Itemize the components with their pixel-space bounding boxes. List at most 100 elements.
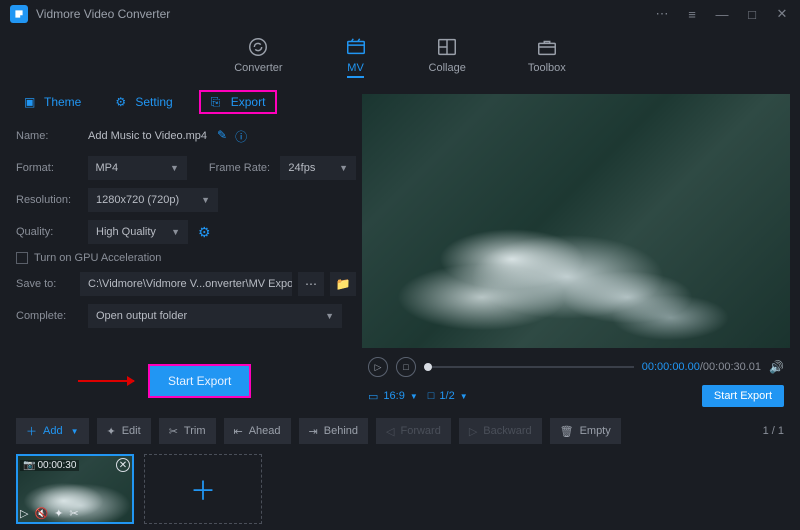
forward-label: Forward xyxy=(400,425,440,437)
collage-icon xyxy=(436,36,458,58)
nav-toolbox[interactable]: Toolbox xyxy=(522,34,572,80)
tab-export-label: Export xyxy=(231,95,266,109)
timeline-panel: ＋Add▼ ✦ Edit ✂Trim ⇤ Ahead ⇥ Behind ◁Forwar… xyxy=(0,410,800,530)
chevron-down-icon: ▼ xyxy=(460,392,468,401)
complete-value: Open output folder xyxy=(96,310,187,322)
chevron-down-icon: ▼ xyxy=(325,311,334,321)
nav-mv-label: MV xyxy=(347,62,364,78)
theme-icon: ▣ xyxy=(24,95,38,109)
rename-icon[interactable]: ✎ xyxy=(217,128,227,145)
converter-icon xyxy=(247,36,269,58)
tab-export[interactable]: ⎘Export xyxy=(199,90,278,114)
app-title: Vidmore Video Converter xyxy=(36,7,170,21)
remove-clip-icon[interactable]: ✕ xyxy=(116,458,130,472)
preview-panel: ▷ □ 00:00:00.00/00:00:30.01 🔊 ▭ 16:9 ▼ □1/… xyxy=(362,94,790,410)
chevron-down-icon: ▼ xyxy=(410,392,418,401)
trim-button[interactable]: ✂Trim xyxy=(159,418,216,444)
gpu-label: Turn on GPU Acceleration xyxy=(34,252,161,264)
start-export-button-right[interactable]: Start Export xyxy=(702,385,784,407)
behind-button[interactable]: ⇥ Behind xyxy=(299,418,368,444)
start-export-button[interactable]: Start Export xyxy=(148,364,251,398)
plus-icon: ＋ xyxy=(26,423,37,439)
clip-duration: 📷 00:00:30 xyxy=(20,460,79,471)
browse-button[interactable]: ⋯ xyxy=(298,272,324,296)
minimize-icon[interactable]: — xyxy=(714,6,730,22)
tab-setting[interactable]: ⚙Setting xyxy=(107,91,180,113)
chevron-down-icon: ▼ xyxy=(170,163,179,173)
backward-button[interactable]: ▷Backward xyxy=(459,418,542,444)
menu-icon[interactable]: ≡ xyxy=(684,6,700,22)
behind-label: Behind xyxy=(324,425,358,437)
nav-converter-label: Converter xyxy=(234,62,282,74)
saveto-path[interactable]: C:\Vidmore\Vidmore V...onverter\MV Expor… xyxy=(80,272,292,296)
trim-icon: ✂ xyxy=(169,425,178,438)
feedback-icon[interactable]: ⋯ xyxy=(654,6,670,22)
video-preview[interactable] xyxy=(362,94,790,348)
resolution-value: 1280x720 (720p) xyxy=(96,194,179,206)
empty-button[interactable]: 🗑 Empty xyxy=(550,418,621,444)
chevron-down-icon: ▼ xyxy=(339,163,348,173)
titlebar: Vidmore Video Converter ⋯ ≡ — □ ✕ xyxy=(0,0,800,28)
complete-label: Complete: xyxy=(16,310,88,322)
arrow-annotation xyxy=(78,380,134,382)
name-value: Add Music to Video.mp4 xyxy=(88,130,207,142)
time-display: 00:00:00.00/00:00:30.01 xyxy=(642,361,761,373)
tab-theme[interactable]: ▣ Theme xyxy=(16,91,89,113)
maximize-icon[interactable]: □ xyxy=(744,6,760,22)
info-icon[interactable]: ⓘ xyxy=(235,128,247,145)
tab-theme-label: Theme xyxy=(44,95,81,109)
nav-converter[interactable]: Converter xyxy=(228,34,288,80)
page-indicator: 1 / 1 xyxy=(763,425,784,437)
aspect-icon: ▭ xyxy=(368,390,378,403)
nav-collage-label: Collage xyxy=(429,62,466,74)
framerate-value: 24fps xyxy=(288,162,315,174)
forward-button[interactable]: ◁Forward xyxy=(376,418,451,444)
aspect-select[interactable]: ▭ 16:9 ▼ xyxy=(368,390,418,403)
nav-mv[interactable]: MV xyxy=(339,34,373,80)
clip-trim-icon[interactable]: ✂ xyxy=(69,507,78,520)
aspect-value: 16:9 xyxy=(383,390,404,402)
gpu-checkbox[interactable]: Turn on GPU Acceleration xyxy=(16,252,356,264)
clip-thumbnail[interactable]: 📷 00:00:30 ✕ ▷ 🔇 ✦ ✂ xyxy=(16,454,134,524)
quality-settings-icon[interactable]: ⚙ xyxy=(198,224,211,241)
stop-button[interactable]: □ xyxy=(396,357,416,377)
play-button[interactable]: ▷ xyxy=(368,357,388,377)
close-icon[interactable]: ✕ xyxy=(774,6,790,22)
format-value: MP4 xyxy=(96,162,119,174)
trash-icon: 🗑 xyxy=(560,425,574,438)
zoom-select[interactable]: □1/2▼ xyxy=(428,390,468,402)
ahead-label: Ahead xyxy=(249,425,281,437)
complete-select[interactable]: Open output folder ▼ xyxy=(88,304,342,328)
quality-select[interactable]: High Quality▼ xyxy=(88,220,188,244)
framerate-select[interactable]: 24fps ▼ xyxy=(280,156,356,180)
volume-icon[interactable]: 🔊 xyxy=(769,360,784,374)
chevron-down-icon: ▼ xyxy=(71,427,79,436)
quality-label: Quality: xyxy=(16,226,88,238)
playbar: ▷ □ 00:00:00.00/00:00:30.01 🔊 xyxy=(362,352,790,382)
ahead-button[interactable]: ⇤ Ahead xyxy=(224,418,291,444)
saveto-label: Save to: xyxy=(16,278,80,290)
backward-icon: ▷ xyxy=(469,425,477,438)
edit-label: Edit xyxy=(122,425,141,437)
seek-slider[interactable] xyxy=(424,366,634,368)
time-current: 00:00:00.00 xyxy=(642,361,700,373)
behind-icon: ⇥ xyxy=(309,425,318,438)
edit-button[interactable]: ✦ Edit xyxy=(97,418,151,444)
checkbox-icon xyxy=(16,252,28,264)
empty-label: Empty xyxy=(580,425,611,437)
open-folder-icon[interactable]: 📁 xyxy=(330,272,356,296)
resolution-label: Resolution: xyxy=(16,194,88,206)
preview-tools: ▭ 16:9 ▼ □1/2▼ Start Export xyxy=(362,382,790,410)
toolbox-icon xyxy=(536,36,558,58)
add-clip-button[interactable]: ＋ xyxy=(144,454,262,524)
edit-icon: ✦ xyxy=(107,425,116,438)
clip-play-icon[interactable]: ▷ xyxy=(20,507,28,520)
format-select[interactable]: MP4 ▼ xyxy=(88,156,187,180)
clip-mute-icon[interactable]: 🔇 xyxy=(34,507,48,520)
nav-toolbox-label: Toolbox xyxy=(528,62,566,74)
resolution-select[interactable]: 1280x720 (720p)▼ xyxy=(88,188,218,212)
nav-collage[interactable]: Collage xyxy=(423,34,472,80)
add-button[interactable]: ＋Add▼ xyxy=(16,418,89,444)
clip-effects-icon[interactable]: ✦ xyxy=(54,507,63,520)
ahead-icon: ⇤ xyxy=(234,425,243,438)
